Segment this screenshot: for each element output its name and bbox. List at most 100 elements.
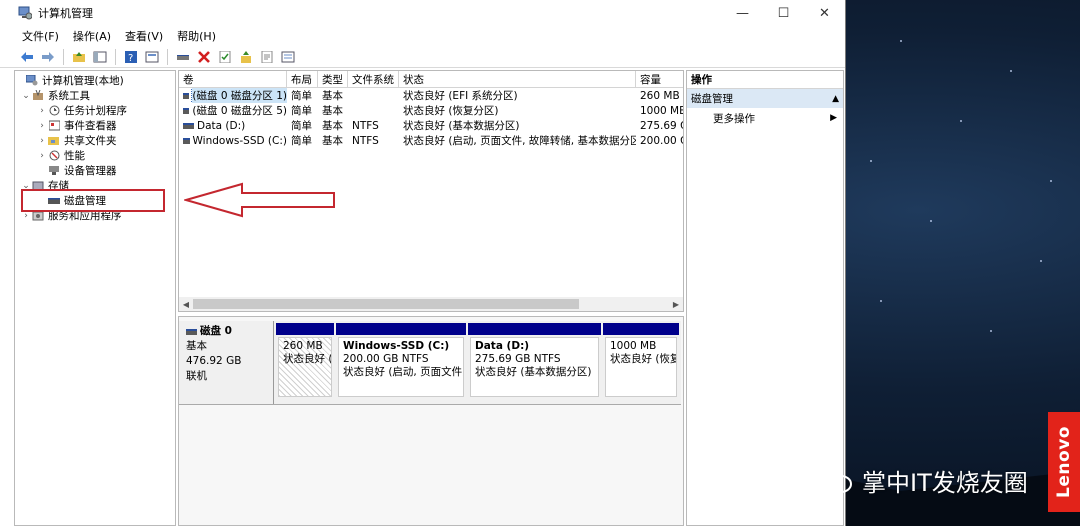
actions-header: 操作 xyxy=(687,71,843,89)
actions-section-disk-management[interactable]: 磁盘管理 ▲ xyxy=(687,89,843,108)
tree-item-event-viewer[interactable]: › 事件查看器 xyxy=(15,118,175,133)
menu-help[interactable]: 帮助(H) xyxy=(177,28,216,44)
volume-layout: 简单 xyxy=(291,120,312,132)
scroll-right-icon[interactable]: ▶ xyxy=(669,297,683,311)
volume-status: 状态良好 (启动, 页面文件, 故障转储, 基本数据分区) xyxy=(403,135,636,147)
menu-bar: 文件(F) 操作(A) 查看(V) 帮助(H) xyxy=(0,26,845,46)
volume-icon xyxy=(183,92,190,99)
tree-item-root[interactable]: 计算机管理(本地) xyxy=(15,73,175,88)
toolbar-separator xyxy=(115,48,116,65)
volume-icon xyxy=(183,107,190,114)
window-title: 计算机管理 xyxy=(38,7,93,20)
tree-label-device-manager: 设备管理器 xyxy=(64,165,117,177)
tree-item-shared-folders[interactable]: › 共享文件夹 xyxy=(15,133,175,148)
checklist-icon[interactable] xyxy=(216,48,234,66)
show-tree-icon[interactable] xyxy=(91,48,109,66)
volume-type: 基本 xyxy=(322,105,343,117)
column-type[interactable]: 类型 xyxy=(318,71,348,87)
chevron-right-icon[interactable]: › xyxy=(37,136,47,146)
tree-item-device-manager[interactable]: 设备管理器 xyxy=(15,163,175,178)
column-filesystem[interactable]: 文件系统 xyxy=(348,71,399,87)
star xyxy=(880,300,882,302)
partition-recovery[interactable]: 1000 MB 状态良好 (恢复 xyxy=(603,323,679,399)
star xyxy=(1040,260,1042,262)
annotation-highlight-box xyxy=(21,189,165,212)
delete-icon[interactable] xyxy=(195,48,213,66)
horizontal-scrollbar[interactable]: ◀ ▶ xyxy=(179,297,683,311)
menu-file[interactable]: 文件(F) xyxy=(22,28,59,44)
brand-text: Lenovo xyxy=(1054,426,1074,498)
table-row[interactable]: Data (D:) 简单 基本 NTFS 状态良好 (基本数据分区) 275.6… xyxy=(179,118,683,133)
volume-type: 基本 xyxy=(322,90,343,102)
table-row[interactable]: (磁盘 0 磁盘分区 1) 简单 基本 状态良好 (EFI 系统分区) 260 … xyxy=(179,88,683,103)
wechat-icon xyxy=(817,466,852,493)
partition-c[interactable]: Windows-SSD (C:) 200.00 GB NTFS 状态良好 (启动… xyxy=(336,323,466,399)
disk-info[interactable]: 磁盘 0 基本 476.92 GB 联机 xyxy=(179,321,274,404)
volume-name: Windows-SSD (C:) xyxy=(192,134,287,147)
partition-size: 200.00 GB NTFS xyxy=(343,353,429,365)
scroll-thumb[interactable] xyxy=(193,299,579,309)
connect-disk-icon[interactable] xyxy=(174,48,192,66)
volume-type: 基本 xyxy=(322,120,343,132)
close-button[interactable]: ✕ xyxy=(804,0,845,26)
chevron-right-icon[interactable]: › xyxy=(37,106,47,116)
partition-bar xyxy=(336,323,466,335)
up-folder-icon[interactable] xyxy=(70,48,88,66)
actions-section-label: 磁盘管理 xyxy=(691,93,733,105)
partition-efi[interactable]: 260 MB 状态良好 ( xyxy=(276,323,334,399)
chevron-right-icon[interactable]: › xyxy=(37,121,47,131)
actions-pane: 操作 磁盘管理 ▲ 更多操作 ▶ xyxy=(686,70,844,526)
volume-filesystem: NTFS xyxy=(352,134,379,147)
forward-icon[interactable] xyxy=(39,48,57,66)
scroll-left-icon[interactable]: ◀ xyxy=(179,297,193,311)
partition-body: Windows-SSD (C:) 200.00 GB NTFS 状态良好 (启动… xyxy=(338,337,464,397)
properties-icon[interactable] xyxy=(143,48,161,66)
tree-label-shared-folders: 共享文件夹 xyxy=(64,135,117,147)
more-actions-item[interactable]: 更多操作 ▶ xyxy=(687,108,843,128)
export-icon[interactable] xyxy=(237,48,255,66)
menu-view[interactable]: 查看(V) xyxy=(125,28,163,44)
device-manager-icon xyxy=(47,165,61,177)
tree-label-root: 计算机管理(本地) xyxy=(42,75,124,87)
minimize-button[interactable]: — xyxy=(722,0,763,26)
star xyxy=(1010,70,1012,72)
title-bar[interactable]: 计算机管理 — ☐ ✕ xyxy=(0,0,845,26)
column-capacity[interactable]: 容量 xyxy=(636,71,683,87)
partition-body: 260 MB 状态良好 ( xyxy=(278,337,332,397)
volume-name: (磁盘 0 磁盘分区 5) xyxy=(192,105,287,117)
volume-type: 基本 xyxy=(322,135,343,147)
partition-status: 状态良好 ( xyxy=(283,353,332,365)
tree-item-task-scheduler[interactable]: › 任务计划程序 xyxy=(15,103,175,118)
table-row[interactable]: (磁盘 0 磁盘分区 5) 简单 基本 状态良好 (恢复分区) 1000 ME xyxy=(179,103,683,118)
column-status[interactable]: 状态 xyxy=(399,71,636,87)
partition-name: Windows-SSD (C:) xyxy=(343,340,450,352)
view-icon[interactable] xyxy=(279,48,297,66)
help-icon[interactable]: ? xyxy=(122,48,140,66)
partition-d[interactable]: Data (D:) 275.69 GB NTFS 状态良好 (基本数据分区) xyxy=(468,323,601,399)
chevron-down-icon[interactable]: ⌄ xyxy=(21,91,31,101)
column-volume[interactable]: 卷 xyxy=(179,71,287,87)
table-row[interactable]: Windows-SSD (C:) 简单 基本 NTFS 状态良好 (启动, 页面… xyxy=(179,133,683,148)
tree-item-system-tools[interactable]: ⌄ 系统工具 xyxy=(15,88,175,103)
star xyxy=(930,220,932,222)
volume-name: Data (D:) xyxy=(197,119,246,132)
back-icon[interactable] xyxy=(18,48,36,66)
chevron-right-icon[interactable]: › xyxy=(21,211,31,221)
volume-layout: 简单 xyxy=(291,90,312,102)
disk-size: 476.92 GB xyxy=(186,355,242,367)
partition-size: 275.69 GB NTFS xyxy=(475,353,561,365)
chevron-right-icon[interactable]: › xyxy=(37,151,47,161)
menu-action[interactable]: 操作(A) xyxy=(73,28,111,44)
column-layout[interactable]: 布局 xyxy=(287,71,318,87)
volume-filesystem: NTFS xyxy=(352,119,379,132)
document-icon[interactable] xyxy=(258,48,276,66)
tree-item-performance[interactable]: › 性能 xyxy=(15,148,175,163)
disk-type: 基本 xyxy=(186,340,207,352)
partition-body: Data (D:) 275.69 GB NTFS 状态良好 (基本数据分区) xyxy=(470,337,599,397)
maximize-button[interactable]: ☐ xyxy=(763,0,804,26)
volume-status: 状态良好 (基本数据分区) xyxy=(403,120,520,132)
volume-capacity: 260 MB xyxy=(640,89,680,102)
scroll-track[interactable] xyxy=(193,299,669,309)
volume-filesystem xyxy=(348,103,399,118)
chevron-up-icon[interactable]: ▲ xyxy=(832,94,839,104)
